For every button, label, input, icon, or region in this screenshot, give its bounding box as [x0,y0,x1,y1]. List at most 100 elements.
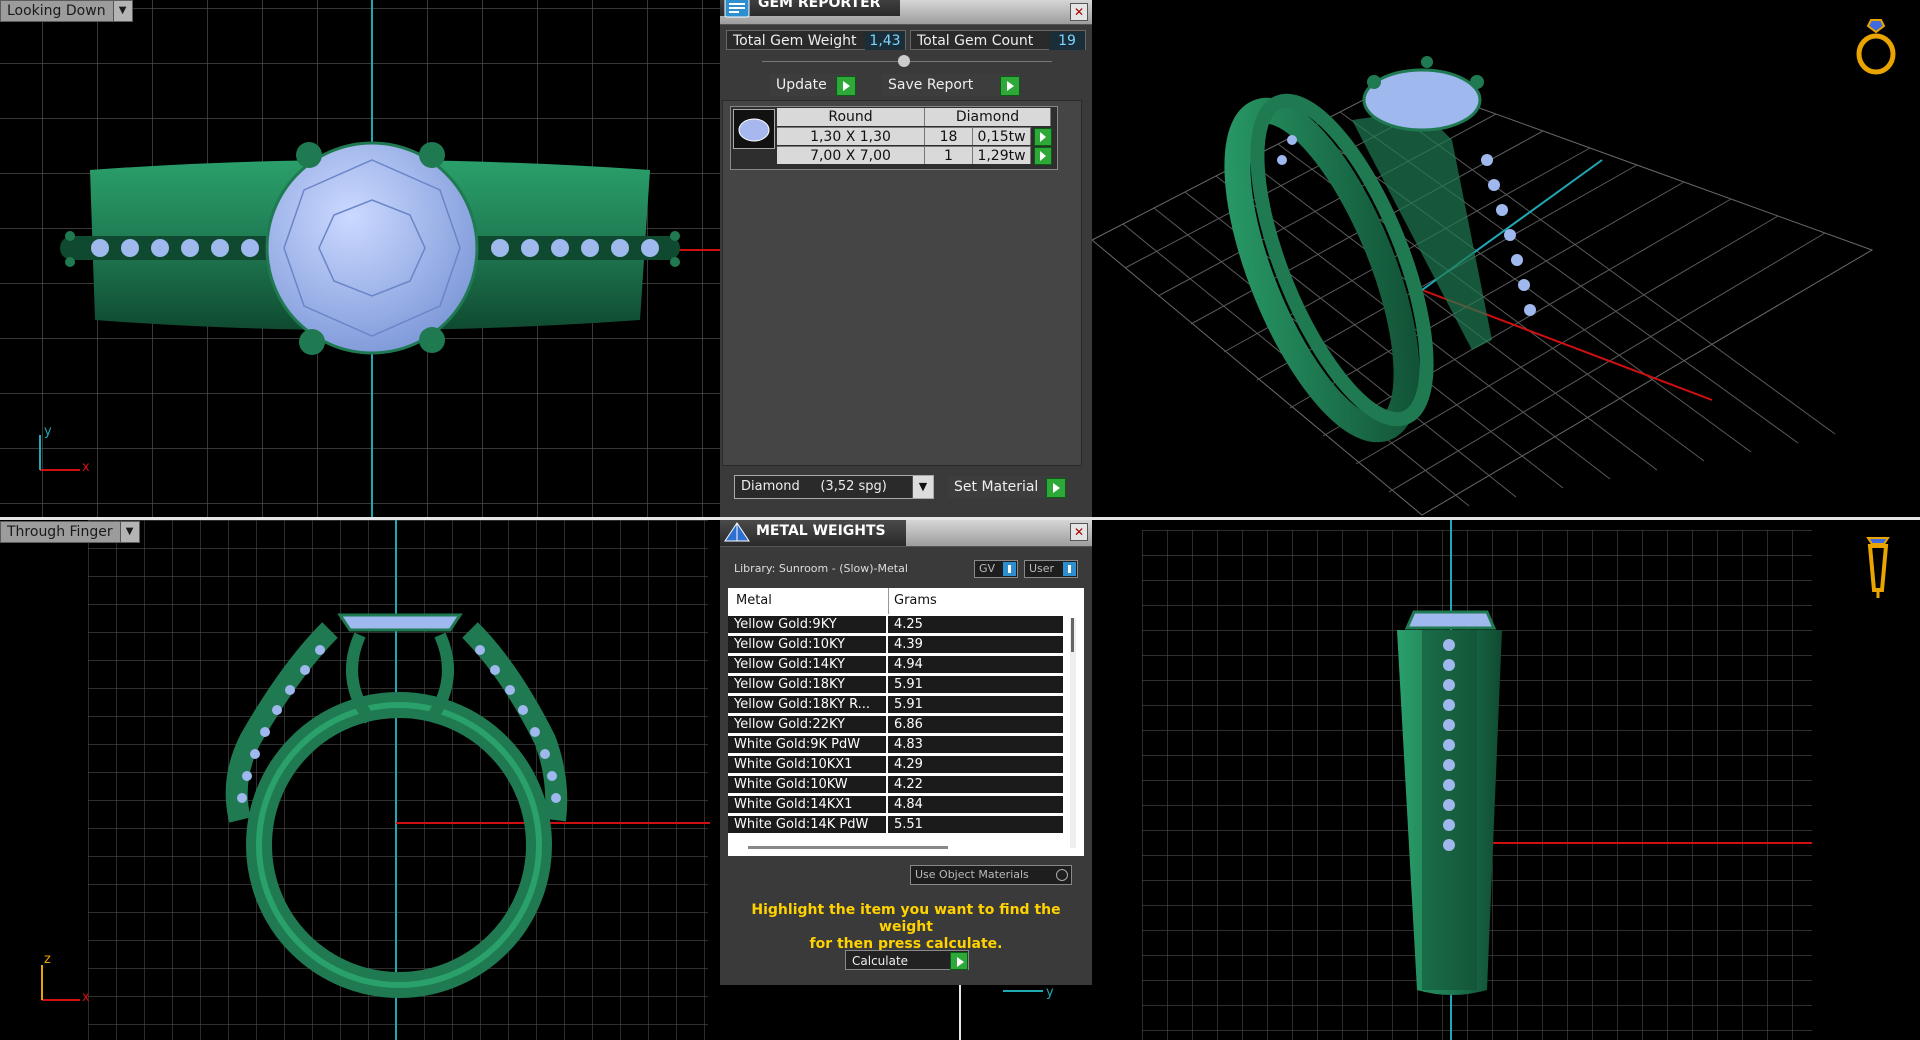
table-row[interactable]: White Gold:9K PdW 4.83 [728,736,1063,754]
metal-name: Yellow Gold:22KY [728,716,886,733]
chevron-down-icon[interactable]: ▼ [912,476,933,498]
save-report-label: Save Report [888,77,974,93]
save-report-button[interactable]: Save Report [882,74,1020,96]
table-row[interactable]: White Gold:10KX1 4.29 [728,756,1063,774]
info-icon [1063,562,1076,576]
ring-side-icon[interactable] [1864,534,1892,600]
gem-reporter-title: GEM REPORTER [758,0,881,11]
calculate-label: Calculate [852,954,909,968]
gem-reporter-titlebar[interactable]: GEM REPORTER ✕ [720,0,1092,25]
set-material-button[interactable]: Set Material [948,476,1066,498]
metal-grams: 4.39 [888,636,1063,653]
table-row[interactable]: Yellow Gold:9KY 4.25 [728,616,1063,634]
viewport-perspective[interactable] [1092,0,1920,517]
gem-count[interactable]: 18 [925,127,973,145]
play-icon [1046,478,1066,498]
user-toggle[interactable]: User [1024,560,1078,578]
instruction-line-1: Highlight the item you want to find the … [751,902,1061,935]
axis-label-z: z [44,952,51,967]
metal-grams: 4.83 [888,736,1063,753]
use-object-materials-toggle[interactable]: Use Object Materials [910,865,1072,885]
metal-name: White Gold:14KX1 [728,796,886,813]
table-row[interactable]: Yellow Gold:10KY 4.39 [728,636,1063,654]
play-icon [836,76,856,96]
table-row[interactable]: White Gold:14K PdW 5.51 [728,816,1063,834]
gem-size[interactable]: 7,00 X 7,00 [777,146,925,164]
select-row-icon[interactable] [1034,147,1052,165]
viewport-side-scene [1142,520,1812,1040]
gem-table: Round Diamond 1,30 X 1,30 18 0,15tw 7,00… [730,106,1058,170]
update-label: Update [776,77,827,93]
metal-weights-tab[interactable]: METAL WEIGHTS [720,520,906,546]
close-icon[interactable]: ✕ [1070,523,1088,541]
instruction-note: Highlight the item you want to find the … [724,902,1088,953]
metal-weights-titlebar[interactable]: METAL WEIGHTS ✕ [720,520,1092,547]
metal-grams: 4.25 [888,616,1063,633]
col-header-shape: Round [777,108,925,126]
metal-weights-header: Metal Grams [728,588,1084,614]
viewport-side[interactable] [1092,520,1920,1040]
axis-label-y: y [1046,985,1054,1000]
metal-grams: 4.84 [888,796,1063,813]
metal-weights-title: METAL WEIGHTS [756,523,886,539]
metal-weights-panel: METAL WEIGHTS ✕ Library: Sunroom - (Slow… [720,520,1092,985]
round-gem-thumbnail[interactable] [733,109,775,149]
axis-label-x: x [82,460,90,475]
chevron-down-icon[interactable]: ▼ [112,1,132,21]
viewport-through-finger-scene [41,520,710,1040]
view-selector-looking-down[interactable]: Looking Down ▼ [0,0,133,22]
col-header-material: Diamond [925,108,1051,126]
metal-grams: 6.86 [888,716,1063,733]
view-selector-through-finger[interactable]: Through Finger ▼ [0,521,140,543]
vertical-scrollbar[interactable] [1070,618,1076,848]
library-label: Library: Sunroom - (Slow)-Metal [734,562,908,575]
radio-icon [1056,869,1068,881]
table-row[interactable]: Yellow Gold:18KY R... 5.91 [728,696,1063,714]
total-gem-count-field: Total Gem Count 19 [910,30,1086,50]
table-row[interactable]: Yellow Gold:14KY 4.94 [728,656,1063,674]
play-icon [1000,76,1020,96]
close-icon[interactable]: ✕ [1070,3,1088,21]
gv-toggle[interactable]: GV [974,560,1018,578]
calculate-button[interactable]: Calculate [845,950,969,970]
gem-weight[interactable]: 0,15tw [973,127,1031,145]
gem-reporter-tab[interactable]: GEM REPORTER [720,0,901,18]
user-label: User [1029,562,1055,575]
metal-grams: 4.29 [888,756,1063,773]
total-gem-weight-value: 1,43 [865,32,905,50]
viewport-looking-down-scene [0,0,720,517]
viewport-through-finger[interactable]: Through Finger ▼ z x [0,520,720,1040]
ring-perspective-icon[interactable] [1854,16,1898,76]
scrollbar-thumb[interactable] [1071,618,1074,652]
axis-label-x: x [82,990,90,1005]
update-button[interactable]: Update [770,74,856,96]
gem-pyramid-icon [724,522,750,542]
total-gem-weight-field: Total Gem Weight 1,43 [726,30,906,50]
horizontal-scrollbar[interactable] [748,846,948,849]
info-icon [1003,562,1016,576]
play-icon [950,952,968,970]
splitter-handle-icon[interactable] [898,55,910,67]
table-row[interactable]: White Gold:14KX1 4.84 [728,796,1063,814]
gem-size[interactable]: 1,30 X 1,30 [777,127,925,145]
set-material-label: Set Material [954,479,1039,495]
total-gem-count-label: Total Gem Count [917,33,1034,49]
metal-name: Yellow Gold:10KY [728,636,886,653]
viewport-perspective-scene [1092,56,1874,516]
gem-count[interactable]: 1 [925,146,973,164]
material-select[interactable]: Diamond (3,52 spg) ▼ [734,475,934,499]
metal-name: White Gold:9K PdW [728,736,886,753]
viewport-looking-down[interactable]: Looking Down ▼ y x [0,0,720,517]
select-row-icon[interactable] [1034,128,1052,146]
table-row[interactable]: White Gold:10KW 4.22 [728,776,1063,794]
metal-weights-table: Metal Grams Yellow Gold:9KY 4.25 Yellow G… [728,588,1084,856]
table-row[interactable]: Yellow Gold:18KY 5.91 [728,676,1063,694]
metal-name: Yellow Gold:14KY [728,656,886,673]
table-row[interactable]: Yellow Gold:22KY 6.86 [728,716,1063,734]
chevron-down-icon[interactable]: ▼ [119,522,139,542]
gem-weight[interactable]: 1,29tw [973,146,1031,164]
total-gem-weight-label: Total Gem Weight [733,33,857,49]
metal-name: Yellow Gold:18KY [728,676,886,693]
metal-name: White Gold:10KW [728,776,886,793]
metal-grams: 5.91 [888,696,1063,713]
